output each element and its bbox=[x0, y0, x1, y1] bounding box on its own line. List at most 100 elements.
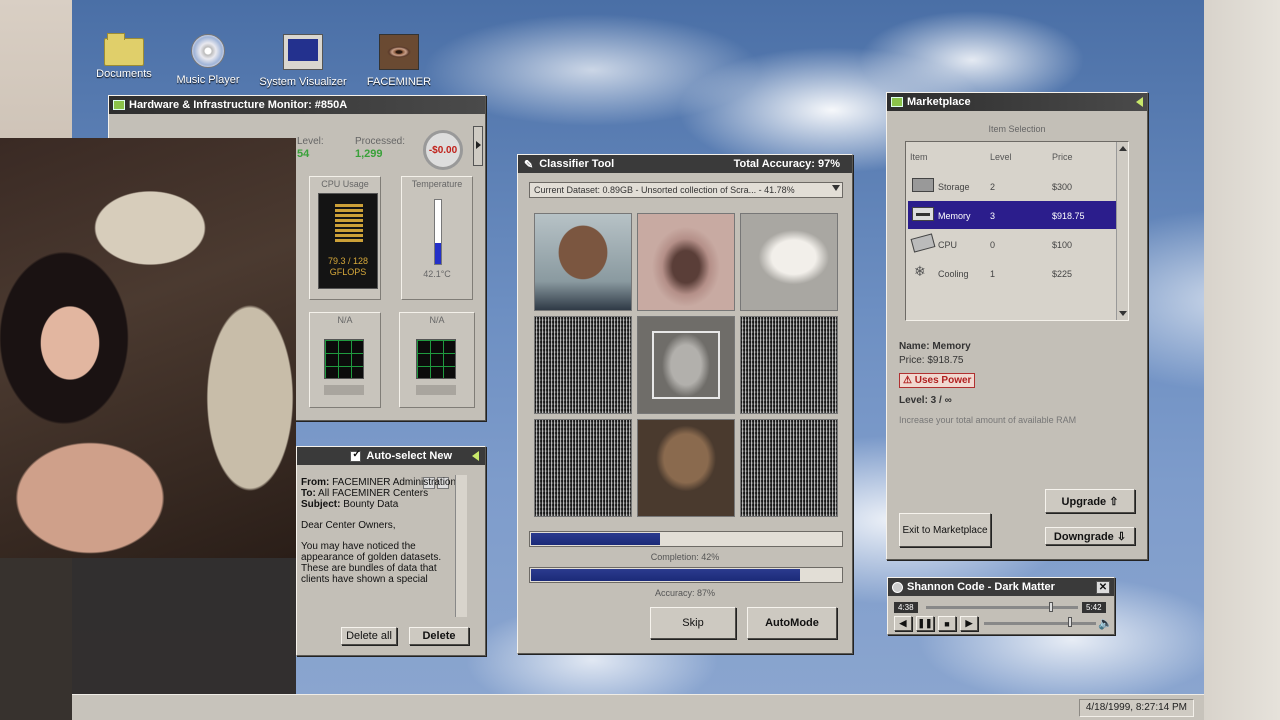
skip-button[interactable]: Skip bbox=[650, 607, 736, 639]
music-player-titlebar[interactable]: Shannon Code - Dark Matter ✕ bbox=[888, 578, 1114, 596]
from-value: FACEMINER Administration bbox=[332, 477, 457, 488]
cpu-usage-panel: CPU Usage 79.3 / 128 GFLOPS bbox=[309, 176, 381, 300]
close-icon[interactable]: ✕ bbox=[1096, 580, 1110, 594]
collapse-arrow-icon[interactable] bbox=[472, 451, 479, 461]
item-row-cooling[interactable]: ❄ Cooling 1 $225 bbox=[908, 259, 1116, 287]
detail-level: Level: 3 / ∞ bbox=[899, 395, 952, 406]
expand-toggle[interactable] bbox=[473, 126, 483, 166]
radar-base bbox=[324, 385, 364, 395]
window-icon bbox=[891, 97, 903, 107]
marketplace-title: Marketplace bbox=[907, 96, 971, 108]
monitor-icon bbox=[283, 34, 323, 70]
item-price: $300 bbox=[1052, 182, 1073, 192]
dataset-select[interactable]: Current Dataset: 0.89GB - Unsorted colle… bbox=[529, 182, 843, 198]
track-title: Shannon Code - Dark Matter bbox=[907, 581, 1055, 593]
item-level: 0 bbox=[990, 240, 996, 250]
item-row-storage[interactable]: Storage 2 $300 bbox=[908, 172, 1116, 200]
accuracy-label: Accuracy: 87% bbox=[654, 588, 716, 598]
mail-from: From: FACEMINER Administration bbox=[301, 477, 465, 488]
column-header-level: Level bbox=[990, 152, 1012, 162]
desktop-icon-music-player[interactable]: Music Player bbox=[163, 34, 253, 86]
delete-button[interactable]: Delete bbox=[409, 627, 469, 645]
radar-grid bbox=[324, 339, 364, 379]
seek-handle[interactable] bbox=[1049, 602, 1054, 612]
downgrade-button[interactable]: Downgrade ⇩ bbox=[1045, 527, 1135, 545]
item-price: $918.75 bbox=[1052, 211, 1085, 221]
taskbar: 4/18/1999, 8:27:14 PM bbox=[72, 694, 1204, 720]
hardware-monitor-title: Hardware & Infrastructure Monitor: #850A bbox=[129, 99, 348, 111]
face-selection-box bbox=[652, 331, 720, 399]
item-row-cpu[interactable]: CPU 0 $100 bbox=[908, 230, 1116, 258]
cpu-value: 79.3 / 128 bbox=[327, 256, 369, 266]
auto-select-checkbox[interactable] bbox=[350, 449, 362, 462]
seek-bar[interactable] bbox=[926, 606, 1078, 609]
image-tile[interactable] bbox=[534, 316, 632, 414]
cpu-icon bbox=[910, 233, 936, 253]
thermometer bbox=[434, 199, 442, 265]
pen-icon: ✎ bbox=[524, 158, 534, 171]
subject-value: Bounty Data bbox=[343, 499, 399, 510]
memory-icon bbox=[912, 207, 934, 221]
image-tile[interactable] bbox=[740, 213, 838, 311]
item-name: CPU bbox=[938, 240, 958, 250]
item-row-memory[interactable]: Memory 3 $918.75 bbox=[908, 201, 1116, 229]
image-tile[interactable] bbox=[534, 213, 632, 311]
image-tile-selected[interactable] bbox=[637, 316, 735, 414]
storage-icon bbox=[912, 178, 934, 192]
volume-slider[interactable] bbox=[984, 622, 1096, 625]
pause-button[interactable]: ❚❚ bbox=[916, 616, 934, 631]
level-value: 54 bbox=[297, 148, 310, 160]
stop-button[interactable]: ■ bbox=[938, 616, 956, 631]
mail-scrollbar[interactable] bbox=[455, 475, 467, 617]
desktop-icon-faceminer[interactable]: FACEMINER bbox=[354, 34, 444, 88]
eye-icon bbox=[379, 34, 419, 70]
item-name: Cooling bbox=[938, 269, 969, 279]
dropdown-arrow-icon bbox=[832, 185, 840, 191]
desktop-icon-system-visualizer[interactable]: System Visualizer bbox=[258, 34, 348, 88]
desktop-icon-documents[interactable]: Documents bbox=[79, 33, 169, 80]
image-tile[interactable] bbox=[740, 316, 838, 414]
classifier-window: ✎ Classifier Tool Total Accuracy: 97% Cu… bbox=[517, 154, 853, 654]
accuracy-bar bbox=[529, 567, 843, 583]
mail-window: Auto-select New From: FACEMINER Administ… bbox=[296, 446, 486, 656]
automode-button[interactable]: AutoMode bbox=[747, 607, 837, 639]
detail-name: Name: Memory bbox=[899, 341, 971, 352]
item-list-scrollbar[interactable] bbox=[1116, 142, 1128, 320]
desktop-icon-label: FACEMINER bbox=[366, 76, 432, 88]
previous-button[interactable]: ◀ bbox=[894, 616, 912, 631]
taskbar-clock: 4/18/1999, 8:27:14 PM bbox=[1078, 699, 1194, 717]
image-tile[interactable] bbox=[637, 419, 735, 517]
completion-label: Completion: 42% bbox=[650, 552, 720, 562]
volume-handle[interactable] bbox=[1068, 617, 1072, 627]
image-tile[interactable] bbox=[637, 213, 735, 311]
image-grid bbox=[534, 213, 838, 517]
hardware-monitor-titlebar[interactable]: Hardware & Infrastructure Monitor: #850A bbox=[109, 96, 485, 114]
delete-all-button[interactable]: Delete all bbox=[341, 627, 397, 645]
mail-greeting: Dear Center Owners, bbox=[301, 520, 396, 531]
balance-value: -$0.00 bbox=[428, 144, 458, 156]
collapse-arrow-icon[interactable] bbox=[1136, 97, 1143, 107]
mail-titlebar[interactable]: Auto-select New bbox=[297, 447, 485, 465]
upgrade-button[interactable]: Upgrade ⇧ bbox=[1045, 489, 1135, 513]
classifier-titlebar[interactable]: ✎ Classifier Tool Total Accuracy: 97% bbox=[518, 155, 852, 173]
temperature-label: Temperature bbox=[411, 179, 463, 189]
play-button[interactable]: ▶ bbox=[960, 616, 978, 631]
cpu-readout: 79.3 / 128 GFLOPS bbox=[319, 256, 377, 278]
room-wall bbox=[0, 0, 72, 138]
music-player-window: Shannon Code - Dark Matter ✕ 4:38 5:42 ◀… bbox=[887, 577, 1115, 635]
processed-value: 1,299 bbox=[355, 148, 383, 160]
desktop-icon-label: Music Player bbox=[176, 74, 240, 86]
item-name: Memory bbox=[938, 211, 971, 221]
desktop-icon-label: System Visualizer bbox=[259, 76, 347, 88]
image-tile[interactable] bbox=[740, 419, 838, 517]
total-accuracy: Total Accuracy: 97% bbox=[733, 158, 840, 170]
image-tile[interactable] bbox=[534, 419, 632, 517]
item-selection-label: Item Selection bbox=[988, 124, 1046, 134]
elapsed-time: 4:38 bbox=[894, 602, 918, 613]
cpu-bars bbox=[335, 204, 363, 244]
marketplace-titlebar[interactable]: Marketplace bbox=[887, 93, 1147, 111]
exit-to-marketplace-button[interactable]: Exit to Marketplace bbox=[899, 513, 991, 547]
slot-panel-4: N/A bbox=[399, 312, 475, 408]
level-label: Level: bbox=[297, 136, 324, 147]
slot-4-label: N/A bbox=[429, 315, 445, 325]
